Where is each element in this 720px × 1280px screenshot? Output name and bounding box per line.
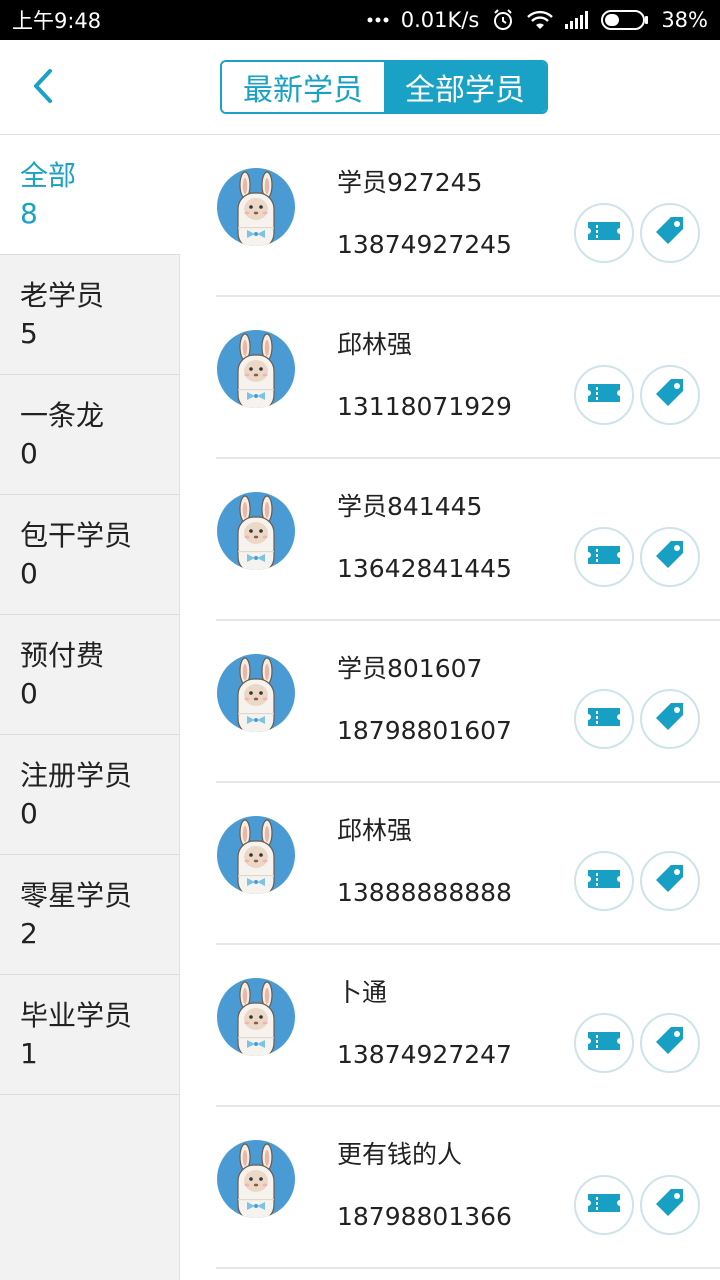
student-phone: 13888888888 (337, 878, 512, 907)
student-row[interactable]: 学员801607 18798801607 (216, 621, 720, 783)
student-row[interactable]: 学员927245 13874927245 (216, 135, 720, 297)
ticket-icon (586, 705, 622, 733)
sidebar-item-label: 毕业学员 (20, 999, 133, 1032)
sidebar-item-label: 全部 (20, 159, 77, 192)
student-name: 学员841445 (337, 492, 483, 521)
sidebar-item-one-stop[interactable]: 一条龙 0 (0, 375, 179, 495)
sidebar-item-count: 0 (20, 437, 38, 470)
tag-icon (653, 376, 687, 414)
ticket-button[interactable] (574, 851, 634, 911)
student-name: 卜通 (337, 978, 388, 1007)
ticket-icon (586, 219, 622, 247)
ticket-button[interactable] (574, 203, 634, 263)
student-row[interactable]: 卜通 13874927247 (216, 945, 720, 1107)
ticket-icon (586, 1191, 622, 1219)
student-avatar (216, 1139, 296, 1219)
ticket-button[interactable] (574, 689, 634, 749)
student-phone: 13874927245 (337, 230, 512, 259)
sidebar-item-old-students[interactable]: 老学员 5 (0, 255, 179, 375)
tag-button[interactable] (640, 527, 700, 587)
student-name: 更有钱的人 (337, 1140, 463, 1169)
dots-icon (367, 16, 389, 24)
tag-button[interactable] (640, 1013, 700, 1073)
tab-latest-students[interactable]: 最新学员 (222, 62, 384, 112)
sidebar-item-label: 包干学员 (20, 519, 133, 552)
ticket-button[interactable] (574, 365, 634, 425)
battery-percent: 38% (661, 8, 708, 32)
student-avatar (216, 167, 296, 247)
student-phone: 13642841445 (337, 554, 512, 583)
sidebar-item-package-students[interactable]: 包干学员 0 (0, 495, 179, 615)
tag-button[interactable] (640, 1175, 700, 1235)
ticket-button[interactable] (574, 1013, 634, 1073)
tag-icon (653, 1186, 687, 1224)
tag-icon (653, 862, 687, 900)
student-tab-switcher: 最新学员 全部学员 (220, 60, 548, 114)
tag-button[interactable] (640, 365, 700, 425)
sidebar-item-label: 老学员 (20, 279, 105, 312)
student-avatar (216, 815, 296, 895)
tag-icon (653, 700, 687, 738)
sidebar-item-all[interactable]: 全部 8 (0, 135, 180, 255)
student-phone: 18798801607 (337, 716, 512, 745)
student-avatar (216, 491, 296, 571)
sidebar-item-count: 1 (20, 1037, 38, 1070)
sidebar-item-label: 注册学员 (20, 759, 133, 792)
ticket-button[interactable] (574, 527, 634, 587)
ticket-icon (586, 543, 622, 571)
sidebar-item-casual[interactable]: 零星学员 2 (0, 855, 179, 975)
sidebar-item-count: 8 (20, 197, 38, 230)
student-row[interactable]: 更有钱的人 18798801366 (216, 1107, 720, 1269)
student-name: 学员927245 (337, 168, 483, 197)
back-button[interactable] (22, 66, 62, 110)
battery-icon (601, 10, 649, 30)
student-row[interactable]: 邱林强 13118071929 (216, 297, 720, 459)
ticket-button[interactable] (574, 1175, 634, 1235)
ticket-icon (586, 1029, 622, 1057)
tag-button[interactable] (640, 203, 700, 263)
sidebar-item-count: 0 (20, 677, 38, 710)
chevron-left-icon (31, 68, 53, 108)
sidebar-item-label: 零星学员 (20, 879, 133, 912)
student-phone: 13874927247 (337, 1040, 512, 1069)
ticket-icon (586, 381, 622, 409)
tag-button[interactable] (640, 851, 700, 911)
sidebar-item-count: 0 (20, 557, 38, 590)
student-phone: 18798801366 (337, 1202, 512, 1231)
sidebar-item-count: 2 (20, 917, 38, 950)
student-phone: 13118071929 (337, 392, 512, 421)
sidebar-item-prepaid[interactable]: 预付费 0 (0, 615, 179, 735)
tab-all-students[interactable]: 全部学员 (384, 62, 546, 112)
tag-button[interactable] (640, 689, 700, 749)
sidebar-item-label: 一条龙 (20, 399, 105, 432)
status-time: 上午9:48 (12, 9, 102, 33)
sidebar-item-label: 预付费 (20, 639, 105, 672)
student-name: 学员801607 (337, 654, 483, 683)
header: 最新学员 全部学员 (0, 40, 720, 135)
student-list: 学员927245 13874927245 邱林强 13118071929 学员84144… (181, 135, 720, 1280)
ticket-icon (586, 867, 622, 895)
student-avatar (216, 329, 296, 409)
student-row[interactable]: 邱林强 13888888888 (216, 783, 720, 945)
alarm-icon (491, 8, 515, 32)
student-avatar (216, 653, 296, 733)
network-speed: 0.01K/s (400, 8, 480, 32)
student-avatar (216, 977, 296, 1057)
student-row[interactable]: 学员841445 13642841445 (216, 459, 720, 621)
student-name: 邱林强 (337, 330, 413, 359)
wifi-icon (527, 10, 554, 30)
signal-icon (565, 11, 589, 29)
tag-icon (653, 214, 687, 252)
tag-icon (653, 1024, 687, 1062)
status-bar: 上午9:48 0.01K/s 38% (0, 0, 720, 40)
sidebar-item-registered[interactable]: 注册学员 0 (0, 735, 179, 855)
student-name: 邱林强 (337, 816, 413, 845)
sidebar-item-count: 0 (20, 797, 38, 830)
category-sidebar: 全部 8 老学员 5 一条龙 0 包干学员 0 预付费 0 注册学员 0 零星学… (0, 135, 180, 1280)
sidebar-item-graduated[interactable]: 毕业学员 1 (0, 975, 179, 1095)
sidebar-item-count: 5 (20, 317, 38, 350)
tag-icon (653, 538, 687, 576)
